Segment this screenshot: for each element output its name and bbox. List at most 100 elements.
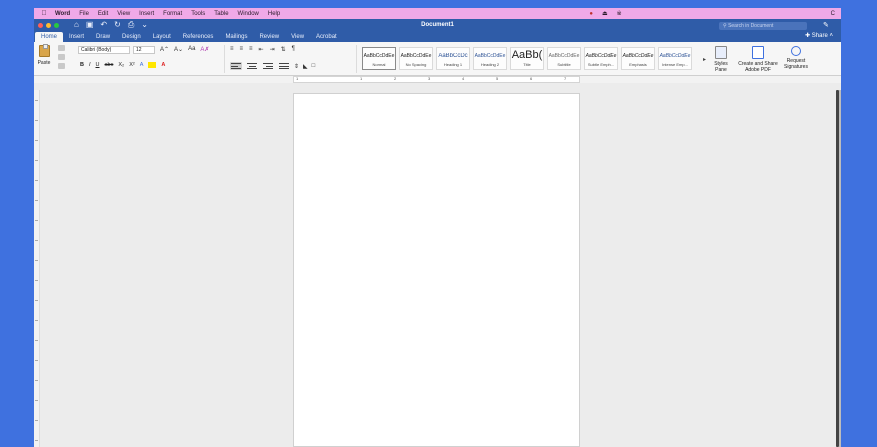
format-buttons: B I U abc X₂ X² A A	[80, 62, 165, 68]
collapse-ribbon-icon[interactable]: ˄	[829, 33, 833, 39]
feedback-icon[interactable]: ✎	[823, 21, 829, 29]
style-preview: AaBbCcDc	[438, 53, 468, 59]
multilevel-list-icon[interactable]: ≡	[249, 46, 253, 53]
style-preview: AaBbCcDdEe	[548, 53, 580, 59]
request-signatures-button[interactable]: Request Signatures	[780, 46, 812, 70]
line-spacing-icon[interactable]: ⇕	[294, 63, 299, 70]
italic-button[interactable]: I	[89, 62, 91, 68]
show-formatting-icon[interactable]: ¶	[292, 46, 295, 53]
style-preview: AaBbCcDdEe	[585, 53, 617, 59]
strikethrough-button[interactable]: abc	[105, 62, 114, 68]
tab-home[interactable]: Home	[35, 32, 64, 42]
styles-expand-icon[interactable]: ▸	[703, 56, 706, 63]
menu-file[interactable]: File	[79, 11, 89, 17]
menu-tools[interactable]: Tools	[191, 11, 205, 17]
styles-pane-icon	[715, 46, 727, 59]
add-person-icon: ✚	[805, 33, 811, 39]
sort-icon[interactable]: ⇅	[281, 46, 286, 53]
style-intense-emphasis[interactable]: AaBbCcDdEe Intense Emp...	[658, 47, 692, 70]
numbering-icon[interactable]: ≡	[240, 46, 244, 53]
menu-view[interactable]: View	[117, 11, 130, 17]
style-subtitle[interactable]: AaBbCcDdEe Subtitle	[547, 47, 581, 70]
menubar-right-letter[interactable]: C	[831, 11, 835, 17]
signature-icon	[791, 46, 801, 56]
font-color-icon[interactable]: A	[161, 62, 165, 68]
tab-insert[interactable]: Insert	[63, 32, 90, 42]
style-subtle-emphasis[interactable]: AaBbCcDdEe Subtle Emph...	[584, 47, 618, 70]
paragraph-tools-bottom: ⇕ ◣ □	[230, 62, 315, 70]
shrink-font-icon[interactable]: A⌄	[174, 46, 183, 53]
subscript-button[interactable]: X₂	[118, 62, 124, 68]
bullets-icon[interactable]: ≡	[230, 46, 234, 53]
style-no-spacing[interactable]: AaBbCcDdEe No Spacing	[399, 47, 433, 70]
clipboard-tools	[58, 45, 68, 69]
ruler-number: 1	[296, 76, 299, 81]
justify-icon[interactable]	[278, 62, 290, 70]
paste-button[interactable]: Paste	[36, 44, 52, 66]
menu-insert[interactable]: Insert	[139, 11, 154, 17]
styles-pane-button[interactable]: Styles Pane	[710, 46, 732, 73]
format-painter-icon[interactable]	[58, 63, 65, 69]
share-label: Share	[811, 33, 828, 39]
tab-references[interactable]: References	[177, 32, 220, 42]
bold-button[interactable]: B	[80, 62, 84, 68]
align-right-icon[interactable]	[262, 62, 274, 70]
tab-draw[interactable]: Draw	[90, 32, 116, 42]
increase-indent-icon[interactable]: ⇥	[270, 46, 275, 53]
style-heading-2[interactable]: AaBbCcDdEe Heading 2	[473, 47, 507, 70]
highlight-icon[interactable]	[148, 62, 157, 68]
ruler-number: 5	[496, 76, 499, 81]
menu-format[interactable]: Format	[163, 11, 182, 17]
style-name: Emphasis	[629, 62, 647, 67]
bluetooth-icon[interactable]: ※	[617, 10, 622, 17]
align-center-icon[interactable]	[246, 62, 258, 70]
document-page[interactable]	[293, 93, 580, 447]
shading-icon[interactable]: ◣	[303, 63, 308, 70]
superscript-button[interactable]: X²	[129, 62, 135, 68]
tab-review[interactable]: Review	[253, 32, 285, 42]
recording-icon[interactable]: ●	[589, 11, 593, 17]
eject-icon[interactable]: ⏏	[602, 10, 608, 17]
tab-acrobat[interactable]: Acrobat	[310, 32, 343, 42]
vertical-ruler[interactable]	[34, 90, 40, 447]
menu-edit[interactable]: Edit	[98, 11, 108, 17]
style-preview: AaBbCcDdEe	[400, 53, 432, 59]
underline-button[interactable]: U	[96, 62, 100, 68]
tab-layout[interactable]: Layout	[147, 32, 177, 42]
style-emphasis[interactable]: AaBbCcDdEe Emphasis	[621, 47, 655, 70]
share-button[interactable]: ✚ Share ˄	[805, 32, 833, 41]
cut-icon[interactable]	[58, 45, 65, 51]
copy-icon[interactable]	[58, 54, 65, 60]
mac-menubar:  Word File Edit View Insert Format Tool…	[34, 8, 841, 19]
style-normal[interactable]: AaBbCcDdEe Normal	[362, 47, 396, 70]
style-preview: AaBbCcDdEe	[622, 53, 654, 59]
window-titlebar: ⌂ ▣ ↶ ↻ ⎙ ⌄ Document1 ⚲ Search in Docume…	[34, 19, 841, 32]
create-share-pdf-button[interactable]: Create and Share Adobe PDF	[734, 46, 782, 73]
change-case-icon[interactable]: Aa	[188, 46, 195, 53]
clear-formatting-icon[interactable]: A✗	[200, 46, 209, 53]
text-effects-icon[interactable]: A	[140, 62, 144, 68]
grow-font-icon[interactable]: A⌃	[160, 46, 169, 53]
style-name: Normal	[372, 62, 386, 67]
style-heading-1[interactable]: AaBbCcDc Heading 1	[436, 47, 470, 70]
menu-window[interactable]: Window	[238, 11, 259, 17]
menu-app-name[interactable]: Word	[55, 11, 70, 17]
menu-help[interactable]: Help	[268, 11, 280, 17]
align-left-icon[interactable]	[230, 62, 242, 70]
style-preview: AaBbCcDdEe	[363, 53, 395, 59]
menu-table[interactable]: Table	[214, 11, 228, 17]
horizontal-ruler[interactable]: 1 1 2 3 4 5 6 7	[293, 76, 580, 83]
tab-design[interactable]: Design	[116, 32, 147, 42]
decrease-indent-icon[interactable]: ⇤	[259, 46, 264, 53]
borders-icon[interactable]: □	[312, 63, 316, 69]
style-title[interactable]: AaBb( Title	[510, 47, 544, 70]
apple-icon[interactable]: 	[40, 10, 48, 17]
search-document-field[interactable]: ⚲ Search in Document	[719, 22, 807, 30]
clipboard-icon	[38, 44, 50, 57]
tab-view[interactable]: View	[285, 32, 310, 42]
font-name-select[interactable]: Calibri (Body)	[78, 46, 130, 54]
tab-mailings[interactable]: Mailings	[219, 32, 253, 42]
style-preview: AaBbCcDdEe	[659, 53, 691, 59]
pdf-icon	[752, 46, 764, 59]
font-size-select[interactable]: 12	[133, 46, 155, 54]
